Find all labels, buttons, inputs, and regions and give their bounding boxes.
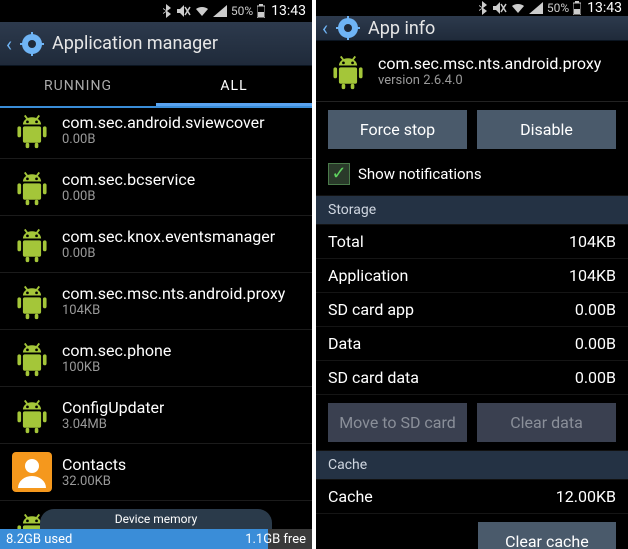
settings-gear-icon[interactable] xyxy=(336,16,360,40)
app-name: Contacts xyxy=(62,455,126,474)
kv-application: Application104KB xyxy=(316,259,628,293)
move-to-sd-button[interactable]: Move to SD card xyxy=(328,403,467,442)
disable-button[interactable]: Disable xyxy=(477,110,616,149)
app-list[interactable]: com.sec.android.sviewcover0.00B com.sec.… xyxy=(0,106,312,549)
battery-pct: 50% xyxy=(547,1,569,15)
checkbox-checked-icon[interactable]: ✓ xyxy=(328,163,350,185)
list-item[interactable]: com.sec.bcservice0.00B xyxy=(0,159,312,216)
page-title: Application manager xyxy=(52,33,218,54)
show-notifications-label: Show notifications xyxy=(358,165,482,183)
status-bar: 50% 13:43 xyxy=(316,0,628,16)
tabs: RUNNING ALL xyxy=(0,66,312,106)
kv-data: Data0.00B xyxy=(316,327,628,361)
device-memory-label: Device memory xyxy=(40,509,272,529)
app-header: com.sec.msc.nts.android.proxy version 2.… xyxy=(316,41,628,102)
wifi-icon xyxy=(195,5,209,17)
app-size: 3.04MB xyxy=(62,417,164,432)
kv-total: Total104KB xyxy=(316,225,628,259)
list-item[interactable]: ConfigUpdater3.04MB xyxy=(0,387,312,444)
settings-gear-icon[interactable] xyxy=(20,32,44,56)
battery-icon xyxy=(257,4,265,18)
app-size: 104KB xyxy=(62,303,285,318)
section-cache: Cache xyxy=(316,450,628,480)
app-name: com.sec.msc.nts.android.proxy xyxy=(62,284,285,303)
signal-icon xyxy=(529,2,543,14)
android-icon xyxy=(12,338,52,378)
mute-icon xyxy=(177,5,191,17)
app-name: ConfigUpdater xyxy=(62,398,164,417)
bluetooth-icon xyxy=(163,4,173,18)
wifi-icon xyxy=(511,2,525,14)
app-size: 0.00B xyxy=(62,132,265,147)
clock: 13:43 xyxy=(271,3,306,19)
tab-running[interactable]: RUNNING xyxy=(0,66,156,106)
app-name: com.sec.bcservice xyxy=(62,170,195,189)
status-bar: 50% 13:43 xyxy=(0,0,312,22)
signal-icon xyxy=(213,5,227,17)
kv-cache: Cache12.00KB xyxy=(316,480,628,514)
back-icon[interactable]: ‹ xyxy=(6,32,12,56)
usage-bar: 8.2GB used 1.1GB free xyxy=(0,529,312,549)
show-notifications-row[interactable]: ✓ Show notifications xyxy=(316,157,628,195)
used-label: 8.2GB used xyxy=(6,532,72,547)
app-name: com.sec.knox.eventsmanager xyxy=(62,227,275,246)
list-item[interactable]: com.sec.android.sviewcover0.00B xyxy=(0,106,312,159)
app-name: com.sec.msc.nts.android.proxy xyxy=(378,54,601,73)
kv-sd-data: SD card data0.00B xyxy=(316,361,628,395)
app-info-screen: 50% 13:43 ‹ App info com.sec.msc.nts.and… xyxy=(316,0,628,549)
bluetooth-icon xyxy=(479,1,489,15)
battery-icon xyxy=(573,1,581,15)
tab-all[interactable]: ALL xyxy=(156,66,312,106)
app-size: 0.00B xyxy=(62,189,195,204)
android-icon xyxy=(12,110,52,150)
title-bar: ‹ App info xyxy=(316,16,628,41)
app-manager-screen: 50% 13:43 ‹ Application manager RUNNING … xyxy=(0,0,312,549)
list-item[interactable]: com.sec.phone100KB xyxy=(0,330,312,387)
clear-data-button[interactable]: Clear data xyxy=(477,403,616,442)
storage-usage: Device memory 8.2GB used 1.1GB free xyxy=(0,509,312,549)
section-storage: Storage xyxy=(316,195,628,225)
android-icon xyxy=(12,281,52,321)
page-title: App info xyxy=(368,18,435,39)
list-item[interactable]: Contacts32.00KB xyxy=(0,444,312,501)
contacts-icon xyxy=(12,452,52,492)
kv-sd-app: SD card app0.00B xyxy=(316,293,628,327)
force-stop-button[interactable]: Force stop xyxy=(328,110,467,149)
app-size: 0.00B xyxy=(62,246,275,261)
app-version: version 2.6.4.0 xyxy=(378,73,601,88)
app-size: 32.00KB xyxy=(62,474,126,489)
back-icon[interactable]: ‹ xyxy=(322,16,328,40)
battery-pct: 50% xyxy=(231,4,253,18)
app-name: com.sec.android.sviewcover xyxy=(62,113,265,132)
mute-icon xyxy=(493,2,507,14)
list-item[interactable]: com.sec.msc.nts.android.proxy104KB xyxy=(0,273,312,330)
android-icon xyxy=(328,51,368,91)
android-icon xyxy=(12,224,52,264)
free-label: 1.1GB free xyxy=(245,532,306,547)
clock: 13:43 xyxy=(587,0,622,16)
app-size: 100KB xyxy=(62,360,171,375)
title-bar: ‹ Application manager xyxy=(0,22,312,66)
android-icon xyxy=(12,395,52,435)
clear-cache-button[interactable]: Clear cache xyxy=(478,522,616,549)
list-item[interactable]: com.sec.knox.eventsmanager0.00B xyxy=(0,216,312,273)
android-icon xyxy=(12,167,52,207)
app-name: com.sec.phone xyxy=(62,341,171,360)
